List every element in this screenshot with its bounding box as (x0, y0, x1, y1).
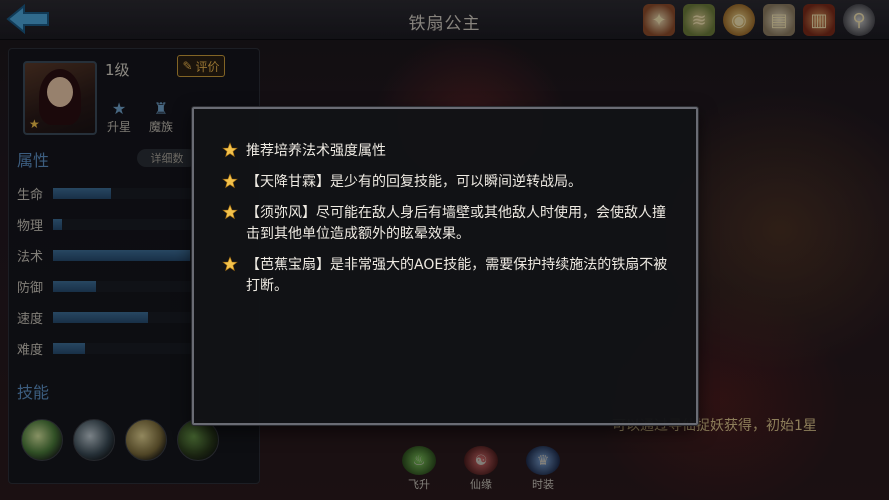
tip-item: 推荐培养法术强度属性 (222, 141, 672, 162)
tip-item: 【芭蕉宝扇】是非常强大的AOE技能，需要保护持续施法的铁扇不被打断。 (222, 255, 672, 297)
star-icon (222, 173, 238, 189)
star-icon (222, 142, 238, 158)
tips-dialog: 推荐培养法术强度属性 【天降甘霖】是少有的回复技能，可以瞬间逆转战局。 【须弥风… (192, 107, 698, 425)
tip-text: 推荐培养法术强度属性 (246, 143, 386, 159)
tip-item: 【天降甘霖】是少有的回复技能，可以瞬间逆转战局。 (222, 172, 672, 193)
tip-text: 【芭蕉宝扇】是非常强大的AOE技能，需要保护持续施法的铁扇不被打断。 (246, 257, 668, 294)
star-icon (222, 204, 238, 220)
star-icon (222, 256, 238, 272)
tip-item: 【须弥风】尽可能在敌人身后有墙壁或其他敌人时使用，会使敌人撞击到其他单位造成额外… (222, 203, 672, 245)
tip-text: 【天降甘霖】是少有的回复技能，可以瞬间逆转战局。 (246, 174, 582, 190)
tips-list: 推荐培养法术强度属性 【天降甘霖】是少有的回复技能，可以瞬间逆转战局。 【须弥风… (222, 141, 672, 307)
tip-text: 【须弥风】尽可能在敌人身后有墙壁或其他敌人时使用，会使敌人撞击到其他单位造成额外… (246, 205, 666, 242)
